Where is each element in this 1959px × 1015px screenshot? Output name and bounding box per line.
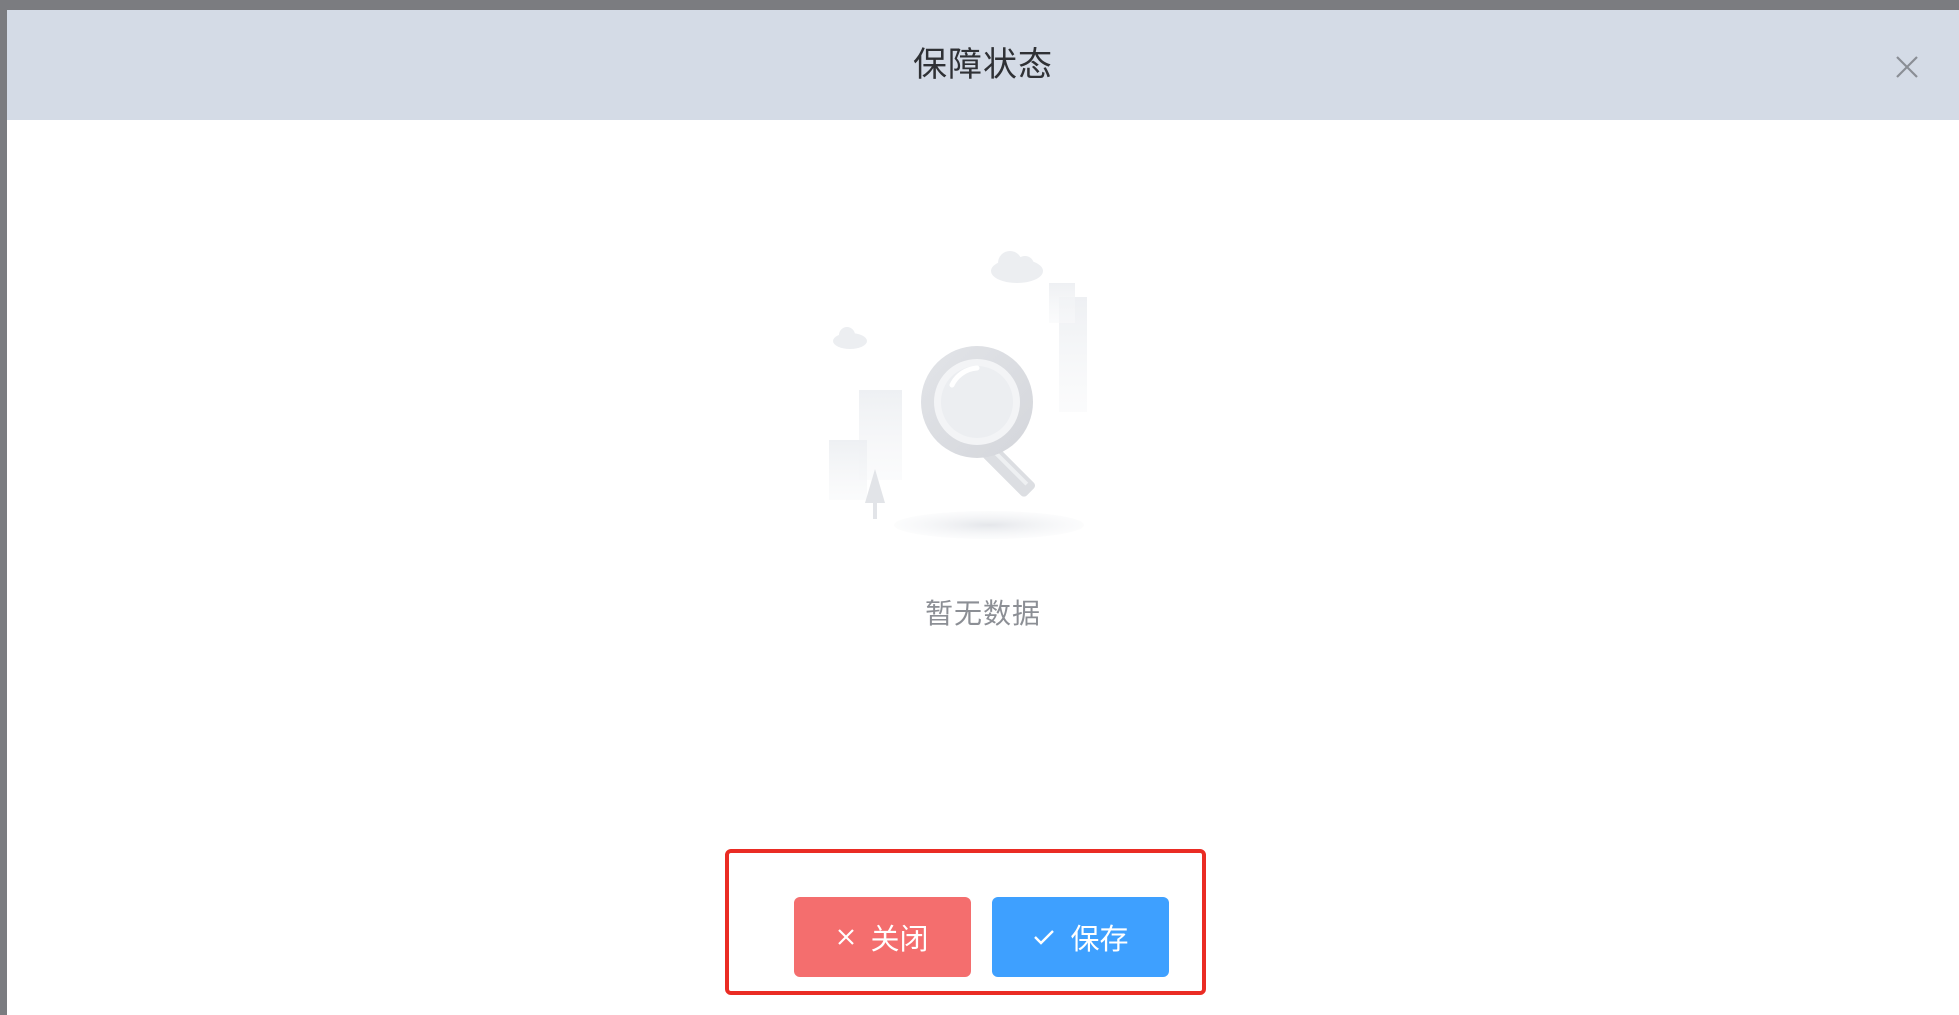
empty-state-text: 暂无数据 xyxy=(924,597,1041,630)
check-icon xyxy=(1032,927,1056,947)
save-button-label: 保存 xyxy=(1070,922,1129,956)
save-button[interactable]: 保存 xyxy=(992,897,1169,977)
dialog-title: 保障状态 xyxy=(913,45,1053,85)
close-button[interactable]: 关闭 xyxy=(794,897,971,977)
empty-search-illustration xyxy=(817,235,1103,545)
status-dialog: 保障状态 暂无数据 关闭 保存 xyxy=(7,10,1959,1015)
dialog-close-icon[interactable] xyxy=(1893,53,1921,81)
close-icon xyxy=(836,927,856,947)
dialog-header: 保障状态 xyxy=(7,10,1959,120)
close-button-label: 关闭 xyxy=(870,922,929,956)
